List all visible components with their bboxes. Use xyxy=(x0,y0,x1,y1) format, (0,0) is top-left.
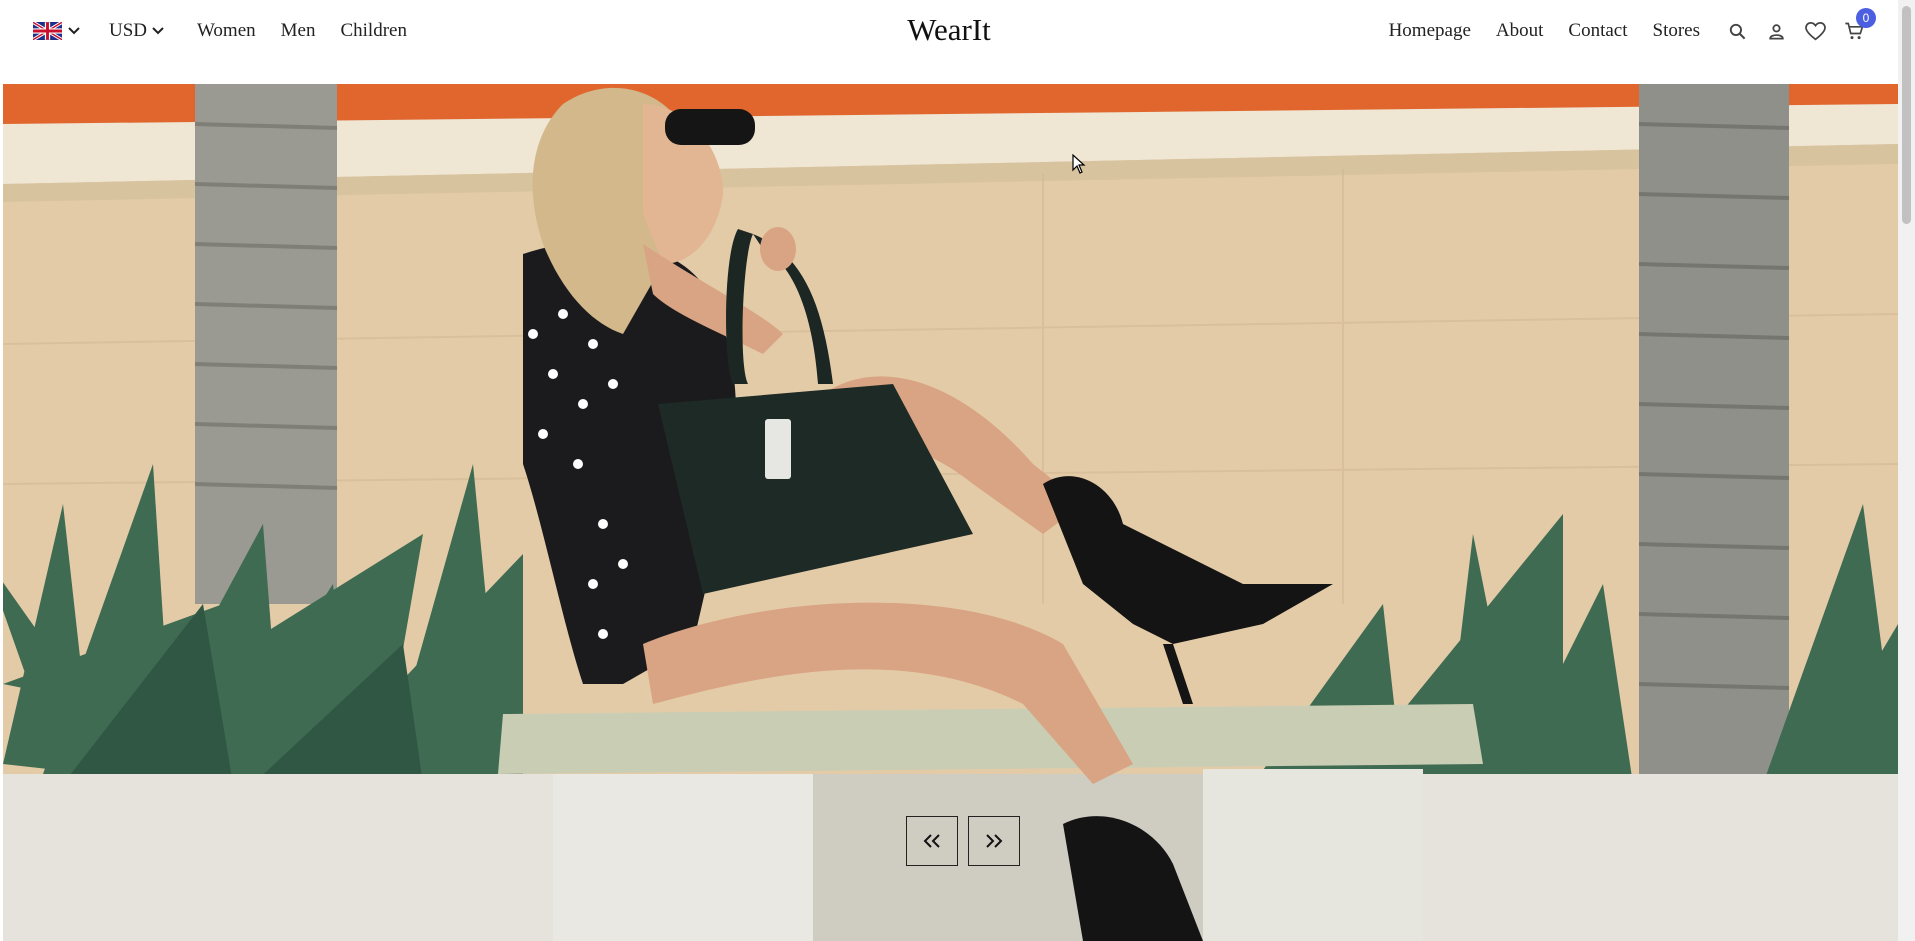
hero-banner xyxy=(3,84,1898,941)
page-scrollbar[interactable] xyxy=(1898,0,1915,941)
scrollbar-thumb[interactable] xyxy=(1902,6,1911,224)
nav-link-homepage[interactable]: Homepage xyxy=(1389,20,1471,42)
next-slide-button[interactable] xyxy=(968,816,1020,866)
nav-link-children[interactable]: Children xyxy=(340,20,407,42)
nav-link-about[interactable]: About xyxy=(1496,20,1544,42)
previous-slide-button[interactable] xyxy=(906,816,958,866)
nav-link-women[interactable]: Women xyxy=(197,20,256,42)
nav-right: Homepage About Contact Stores 0 xyxy=(1364,8,1876,42)
chevron-down-icon xyxy=(152,27,164,35)
currency-label: USD xyxy=(109,20,148,41)
language-selector[interactable] xyxy=(33,22,80,40)
chevron-down-icon xyxy=(68,27,80,35)
nav-link-stores[interactable]: Stores xyxy=(1653,20,1701,42)
double-chevron-right-icon xyxy=(986,834,1003,848)
nav-link-contact[interactable]: Contact xyxy=(1568,20,1627,42)
slider-controls xyxy=(906,816,1020,866)
cart-count-badge: 0 xyxy=(1856,8,1876,28)
nav-left: USD Women Men Children xyxy=(33,20,407,42)
mouse-cursor-icon xyxy=(1072,154,1086,174)
hero-image xyxy=(3,84,1898,941)
user-icon[interactable] xyxy=(1765,20,1787,42)
brand-logo[interactable]: WearIt xyxy=(907,12,991,48)
top-navbar: USD Women Men Children WearIt Homepage A… xyxy=(0,0,1898,62)
nav-icons: 0 xyxy=(1726,8,1876,42)
currency-selector[interactable]: USD xyxy=(109,20,164,42)
heart-icon[interactable] xyxy=(1804,20,1826,42)
uk-flag-icon xyxy=(33,22,62,40)
search-icon[interactable] xyxy=(1726,20,1748,42)
nav-link-men[interactable]: Men xyxy=(281,20,316,42)
cart-icon[interactable]: 0 xyxy=(1843,8,1876,42)
double-chevron-left-icon xyxy=(923,834,940,848)
